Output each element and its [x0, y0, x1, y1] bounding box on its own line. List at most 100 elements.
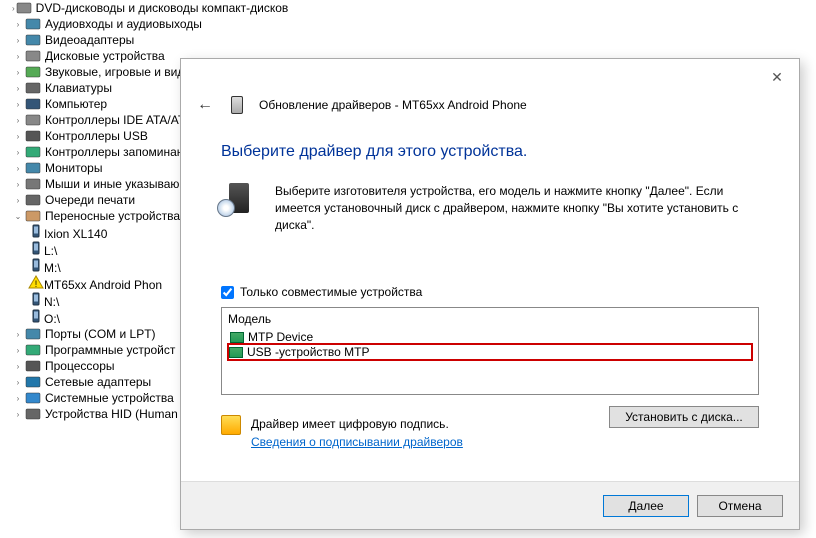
keyboard-icon	[25, 81, 41, 95]
sound-icon	[25, 65, 41, 79]
ide-icon	[25, 113, 41, 127]
portable-icon	[25, 209, 41, 223]
expander-icon[interactable]: ›	[12, 34, 24, 46]
tree-item[interactable]: ›Клавиатуры	[12, 80, 205, 96]
phone-icon	[231, 96, 243, 114]
tree-item[interactable]: ›Звуковые, игровые и вид	[12, 64, 205, 80]
expander-icon[interactable]: ⌄	[12, 210, 24, 222]
tree-item-label: Дисковые устройства	[45, 49, 165, 63]
tree-item[interactable]: › Аудиовходы и аудиовыходы	[12, 16, 205, 32]
signed-cert-icon	[221, 415, 241, 435]
tree-item-label: Программные устройст	[45, 343, 175, 357]
tree-item-label: N:\	[44, 295, 59, 309]
expander-icon[interactable]: ›	[12, 50, 24, 62]
model-option-label: USB -устройство MTP	[247, 345, 370, 359]
expander-icon[interactable]: ›	[12, 82, 24, 94]
expander-icon[interactable]: ›	[12, 162, 24, 174]
sys-icon	[25, 391, 41, 405]
tree-item[interactable]: › Сетевые адаптеры	[12, 374, 205, 390]
tree-item[interactable]: ›Видеоадаптеры	[12, 32, 205, 48]
tree-item[interactable]: ›Порты (COM и LPT)	[12, 326, 205, 342]
tree-child-item[interactable]: L:\	[28, 241, 205, 258]
tree-child-item[interactable]: !MT65xx Android Phon	[28, 275, 205, 292]
device-manager-tree: ›DVD-дисководы и дисководы компакт-диско…	[0, 0, 205, 538]
model-option[interactable]: USB -устройство MTP	[227, 343, 753, 361]
dialog-description: Выберите изготовителя устройства, его мо…	[275, 183, 759, 233]
tree-item[interactable]: › Мониторы	[12, 160, 205, 176]
signature-text: Драйвер имеет цифровую подпись.	[251, 415, 463, 433]
tree-item[interactable]: › Программные устройст	[12, 342, 205, 358]
tree-item[interactable]: ›Контроллеры USB	[12, 128, 205, 144]
expander-icon[interactable]: ›	[12, 98, 24, 110]
computer-icon	[25, 97, 41, 111]
tree-item[interactable]: ›Устройства HID (Human	[12, 406, 205, 422]
expander-icon[interactable]: ›	[12, 114, 24, 126]
tree-item[interactable]: ⌄ Переносные устройства	[12, 208, 205, 224]
close-icon[interactable]: ✕	[767, 67, 787, 87]
signature-info-link[interactable]: Сведения о подписывании драйверов	[251, 435, 463, 449]
expander-icon[interactable]: ›	[12, 146, 24, 158]
install-from-disk-button[interactable]: Установить с диска...	[609, 406, 759, 428]
compatible-only-checkbox[interactable]	[221, 286, 234, 299]
cpu-icon	[25, 359, 41, 373]
port-icon	[25, 327, 41, 341]
tree-item-label: L:\	[44, 244, 57, 258]
tree-item-label: Аудиовходы и аудиовыходы	[45, 17, 202, 31]
expander-icon[interactable]: ›	[12, 360, 24, 372]
phone-icon	[28, 295, 44, 309]
tree-item-label: Ixion XL140	[44, 227, 107, 241]
expander-icon[interactable]: ›	[12, 408, 24, 420]
compatible-only-label[interactable]: Только совместимые устройства	[240, 285, 422, 299]
next-button[interactable]: Далее	[603, 495, 689, 517]
tree-item[interactable]: ›DVD-дисководы и дисководы компакт-диско…	[12, 0, 205, 16]
update-driver-dialog: ✕ ← Обновление драйверов - MT65xx Androi…	[180, 58, 800, 530]
tree-item[interactable]: › Системные устройства	[12, 390, 205, 406]
soft-icon	[25, 343, 41, 357]
tree-item[interactable]: ›Контроллеры IDE ATA/AT	[12, 112, 205, 128]
monitor-icon	[25, 161, 41, 175]
phone-icon	[28, 261, 44, 275]
cancel-button[interactable]: Отмена	[697, 495, 783, 517]
phone-icon	[28, 244, 44, 258]
expander-icon[interactable]: ›	[12, 18, 24, 30]
tree-item-label: DVD-дисководы и дисководы компакт-дисков	[36, 1, 289, 15]
model-listbox[interactable]: Модель MTP DeviceUSB -устройство MTP	[221, 307, 759, 395]
tree-item-label: Системные устройства	[45, 391, 174, 405]
expander-icon[interactable]: ›	[12, 178, 24, 190]
expander-icon[interactable]: ›	[12, 344, 24, 356]
driver-card-icon	[230, 332, 244, 343]
expander-icon[interactable]: ›	[12, 376, 24, 388]
net-icon	[25, 375, 41, 389]
model-header: Модель	[228, 312, 752, 326]
tree-item[interactable]: › Дисковые устройства	[12, 48, 205, 64]
expander-icon[interactable]: ›	[12, 130, 24, 142]
usb-icon	[25, 129, 41, 143]
tree-child-item[interactable]: N:\	[28, 292, 205, 309]
tree-item-label: Контроллеры запоминан	[45, 145, 183, 159]
tree-item[interactable]: › Контроллеры запоминан	[12, 144, 205, 160]
driver-card-icon	[229, 347, 243, 358]
expander-icon[interactable]: ›	[12, 66, 24, 78]
tree-child-item[interactable]: M:\	[28, 258, 205, 275]
display-icon	[25, 33, 41, 47]
mouse-icon	[25, 177, 41, 191]
printer-icon	[25, 193, 41, 207]
audio-icon	[25, 17, 41, 31]
expander-icon[interactable]: ›	[12, 194, 24, 206]
expander-icon[interactable]: ›	[12, 328, 24, 340]
model-option[interactable]: MTP Device	[228, 330, 752, 344]
tree-child-item[interactable]: O:\	[28, 309, 205, 326]
dvd-icon	[16, 1, 32, 15]
tree-item[interactable]: ›Процессоры	[12, 358, 205, 374]
tree-item[interactable]: ›Компьютер	[12, 96, 205, 112]
expander-icon[interactable]: ›	[12, 2, 15, 14]
back-arrow-icon[interactable]: ←	[195, 95, 215, 115]
tree-child-item[interactable]: Ixion XL140	[28, 224, 205, 241]
tree-item-label: Мониторы	[45, 161, 102, 175]
tree-item[interactable]: ›Мыши и иные указываю	[12, 176, 205, 192]
tree-item-label: Сетевые адаптеры	[45, 375, 151, 389]
tree-item-label: Переносные устройства	[45, 209, 180, 223]
expander-icon[interactable]: ›	[12, 392, 24, 404]
tree-item[interactable]: ›Очереди печати	[12, 192, 205, 208]
install-disc-icon	[221, 183, 249, 215]
